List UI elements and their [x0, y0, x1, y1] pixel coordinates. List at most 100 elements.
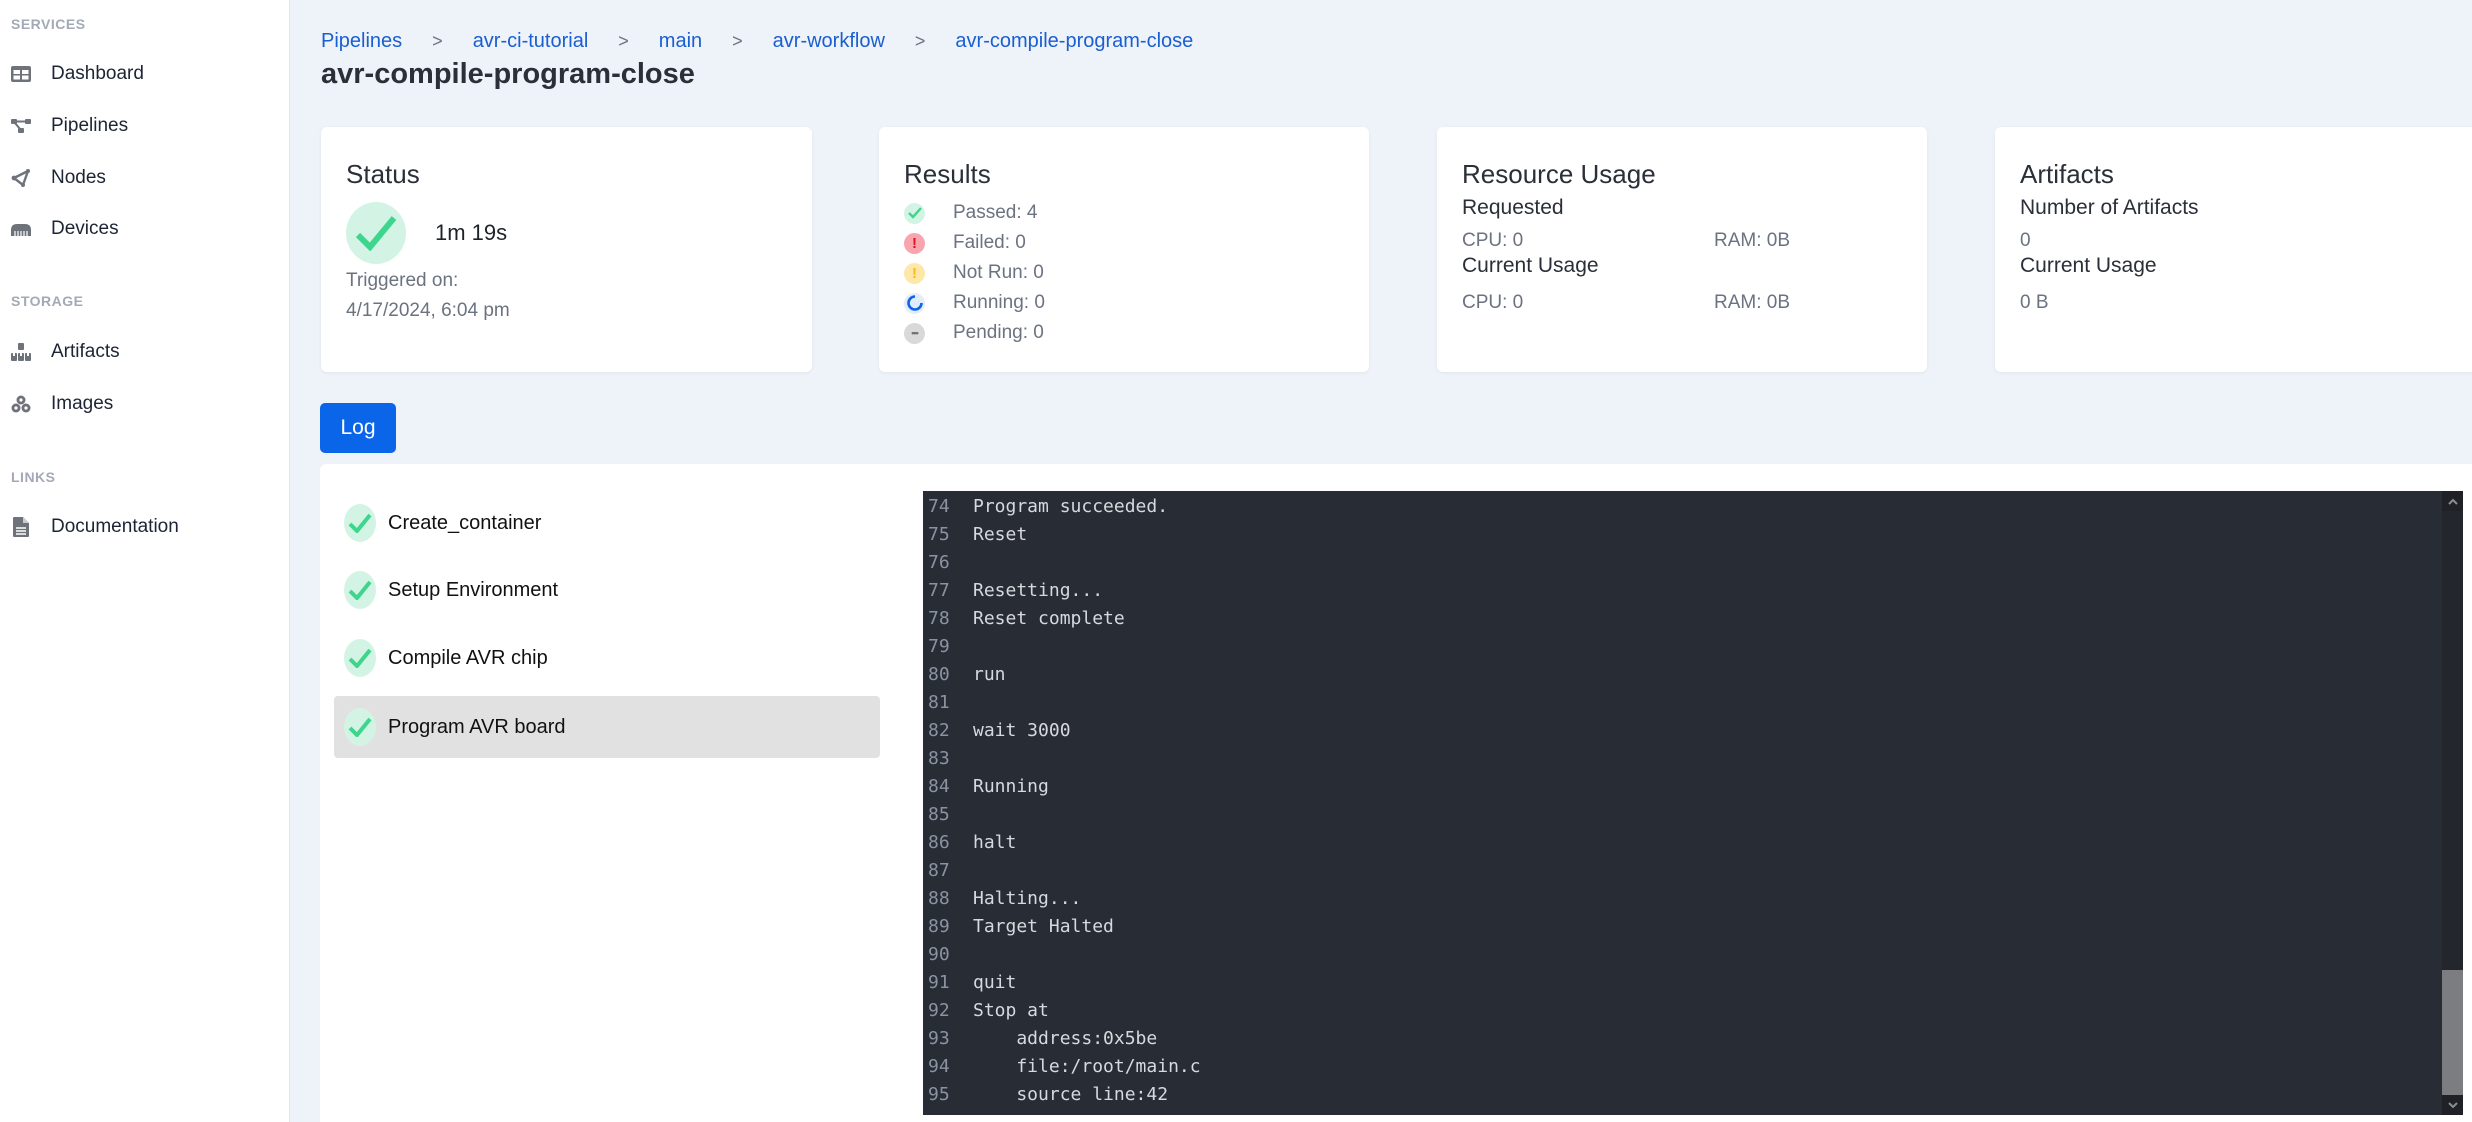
log-line: 90 — [923, 941, 2442, 969]
artifacts-card-title: Artifacts — [2020, 159, 2114, 189]
step-success-icon — [344, 708, 376, 746]
log-line: 91 quit — [923, 969, 2442, 997]
log-line-text: wait 3000 — [973, 720, 1071, 741]
log-line: 95 source line:42 — [923, 1081, 2442, 1109]
log-line: 75 Reset — [923, 521, 2442, 549]
resource-card-title: Resource Usage — [1462, 159, 1656, 189]
log-line-number: 91 — [928, 972, 950, 993]
step-item-setup-environment[interactable]: Setup Environment — [334, 559, 880, 621]
breadcrumb-workflow[interactable]: avr-workflow — [773, 30, 885, 53]
log-line-number: 75 — [928, 524, 950, 545]
log-line-number: 92 — [928, 1000, 950, 1021]
log-line-number: 82 — [928, 720, 950, 741]
breadcrumb-pipelines[interactable]: Pipelines — [321, 30, 402, 53]
result-failed: ! Failed: 0 — [904, 228, 1344, 258]
sidebar-item-pipelines[interactable]: Pipelines — [0, 106, 289, 146]
step-success-icon — [344, 504, 376, 542]
log-line: 77 Resetting... — [923, 577, 2442, 605]
log-line-text: Halting... — [973, 888, 1082, 909]
not-run-icon: ! — [904, 262, 925, 284]
scroll-up-icon[interactable] — [2442, 491, 2463, 511]
log-line-text: source line:42 — [973, 1084, 1169, 1105]
result-label: Pending: 0 — [953, 322, 1044, 343]
log-line: 85 — [923, 801, 2442, 829]
log-line-text: Running — [973, 776, 1049, 797]
breadcrumb: Pipelines > avr-ci-tutorial > main > avr… — [321, 30, 1193, 53]
sidebar-item-label: Dashboard — [51, 63, 144, 84]
result-passed: Passed: 4 — [904, 198, 1344, 228]
log-line-text: Target Halted — [973, 916, 1114, 937]
step-item-compile-avr-chip[interactable]: Compile AVR chip — [334, 627, 880, 689]
breadcrumb-separator: > — [732, 31, 743, 51]
log-scrollbar[interactable] — [2442, 491, 2463, 1115]
results-card: Results Passed: 4 ! Failed: 0 ! Not Run:… — [879, 127, 1369, 372]
sidebar-item-label: Pipelines — [51, 115, 129, 136]
artifact-usage-label: Current Usage — [2020, 254, 2157, 277]
breadcrumb-job[interactable]: avr-compile-program-close — [955, 30, 1193, 53]
log-line-number: 89 — [928, 916, 950, 937]
result-label: Running: 0 — [953, 292, 1045, 313]
result-label: Failed: 0 — [953, 232, 1026, 253]
breadcrumb-project[interactable]: avr-ci-tutorial — [473, 30, 589, 53]
sidebar-item-artifacts[interactable]: Artifacts — [0, 332, 289, 372]
log-line-text: file:/root/main.c — [973, 1056, 1201, 1077]
sidebar-item-dashboard[interactable]: Dashboard — [0, 54, 289, 94]
result-not-run: ! Not Run: 0 — [904, 258, 1344, 288]
log-line: 76 — [923, 549, 2442, 577]
log-line-number: 94 — [928, 1056, 950, 1077]
step-item-create-container[interactable]: Create_container — [334, 492, 880, 554]
log-line-text: run — [973, 664, 1006, 685]
log-line-text: Stop at — [973, 1000, 1049, 1021]
resource-usage-card: Resource Usage Requested CPU: 0 RAM: 0B … — [1437, 127, 1927, 372]
log-line-number: 87 — [928, 860, 950, 881]
log-line-text: halt — [973, 832, 1017, 853]
breadcrumb-branch[interactable]: main — [659, 30, 702, 53]
breadcrumb-separator: > — [914, 31, 926, 51]
sidebar-item-label: Nodes — [51, 167, 106, 188]
artifact-usage-value: 0 B — [2020, 292, 2049, 313]
breadcrumb-separator: > — [618, 31, 629, 51]
log-line-text: quit — [973, 972, 1017, 993]
step-success-icon — [344, 639, 376, 677]
log-line-text: Reset — [973, 524, 1028, 545]
log-line-number: 79 — [928, 636, 950, 657]
sidebar-item-nodes[interactable]: Nodes — [0, 158, 289, 198]
nodes-icon — [10, 167, 32, 189]
log-line-number: 74 — [928, 496, 950, 517]
log-line-number: 83 — [928, 748, 950, 769]
images-icon — [10, 393, 32, 415]
step-success-icon — [344, 571, 376, 609]
step-label: Compile AVR chip — [388, 646, 548, 669]
requested-label: Requested — [1462, 196, 1564, 219]
log-line-number: 85 — [928, 804, 950, 825]
scrollbar-thumb[interactable] — [2442, 970, 2463, 1095]
log-line: 89 Target Halted — [923, 913, 2442, 941]
log-line-number: 76 — [928, 552, 950, 573]
breadcrumb-separator: > — [432, 31, 443, 51]
log-line: 94 file:/root/main.c — [923, 1053, 2442, 1081]
status-duration: 1m 19s — [435, 220, 508, 245]
log-line: 86 halt — [923, 829, 2442, 857]
sidebar-item-label: Artifacts — [51, 341, 120, 362]
page-title: avr-compile-program-close — [321, 58, 695, 90]
log-terminal[interactable]: 74 Program succeeded. 75 Reset 76 77 Resetting… — [923, 491, 2463, 1115]
log-line-text: Resetting... — [973, 580, 1104, 601]
log-line-number: 80 — [928, 664, 950, 685]
step-item-program-avr-board[interactable]: Program AVR board — [334, 696, 880, 758]
log-line-number: 90 — [928, 944, 950, 965]
scroll-down-icon[interactable] — [2442, 1095, 2463, 1115]
passed-icon — [904, 202, 925, 224]
log-line: 74 Program succeeded. — [923, 493, 2442, 521]
sidebar-item-documentation[interactable]: Documentation — [0, 507, 289, 547]
requested-ram: RAM: 0B — [1714, 230, 1791, 251]
log-line: 88 Halting... — [923, 885, 2442, 913]
sidebar-item-devices[interactable]: Devices — [0, 209, 289, 249]
log-line-number: 81 — [928, 692, 950, 713]
step-label: Program AVR board — [388, 715, 566, 738]
current-ram: RAM: 0B — [1714, 292, 1791, 313]
sidebar-item-images[interactable]: Images — [0, 384, 289, 424]
log-line-text: Program succeeded. — [973, 496, 1169, 517]
log-tab-button[interactable]: Log — [320, 403, 396, 453]
document-icon — [10, 516, 32, 538]
log-lines: 74 Program succeeded. 75 Reset 76 77 Resetting… — [923, 493, 2442, 1109]
